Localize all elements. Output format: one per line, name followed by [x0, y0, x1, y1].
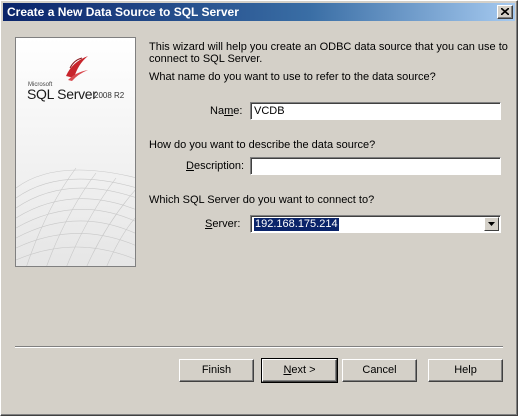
window-title: Create a New Data Source to SQL Server	[7, 5, 239, 19]
description-question: How do you want to describe the data sou…	[149, 139, 376, 151]
product-version: 2008 R2	[94, 91, 125, 100]
server-combobox[interactable]: 192.168.175.214	[250, 215, 501, 233]
close-icon	[501, 8, 509, 15]
title-bar: Create a New Data Source to SQL Server	[3, 3, 515, 21]
close-button[interactable]	[497, 5, 513, 19]
server-selected-value: 192.168.175.214	[254, 218, 339, 231]
name-label: Name:	[210, 105, 243, 117]
description-input[interactable]	[250, 157, 501, 175]
name-input[interactable]: VCDB	[250, 102, 501, 120]
finish-button[interactable]: Finish	[179, 359, 254, 382]
next-button[interactable]: Next >	[261, 358, 338, 383]
sql-server-logo-icon	[66, 56, 88, 81]
server-question: Which SQL Server do you want to connect …	[149, 194, 375, 206]
description-label: Description:	[186, 160, 245, 172]
server-label: Server:	[205, 218, 241, 230]
chevron-down-icon	[488, 222, 495, 226]
intro-text: This wizard will help you create an ODBC…	[149, 41, 508, 65]
button-separator	[15, 346, 503, 348]
product-name: SQL Server	[27, 86, 97, 102]
name-question: What name do you want to use to refer to…	[149, 71, 436, 83]
sql-server-logo-panel: Microsoft SQL Server 2008 R2	[15, 37, 136, 267]
wizard-dialog: Create a New Data Source to SQL Server M…	[0, 0, 518, 416]
server-dropdown-button[interactable]	[484, 217, 499, 231]
help-button[interactable]: Help	[428, 359, 503, 382]
cancel-button[interactable]: Cancel	[342, 359, 417, 382]
